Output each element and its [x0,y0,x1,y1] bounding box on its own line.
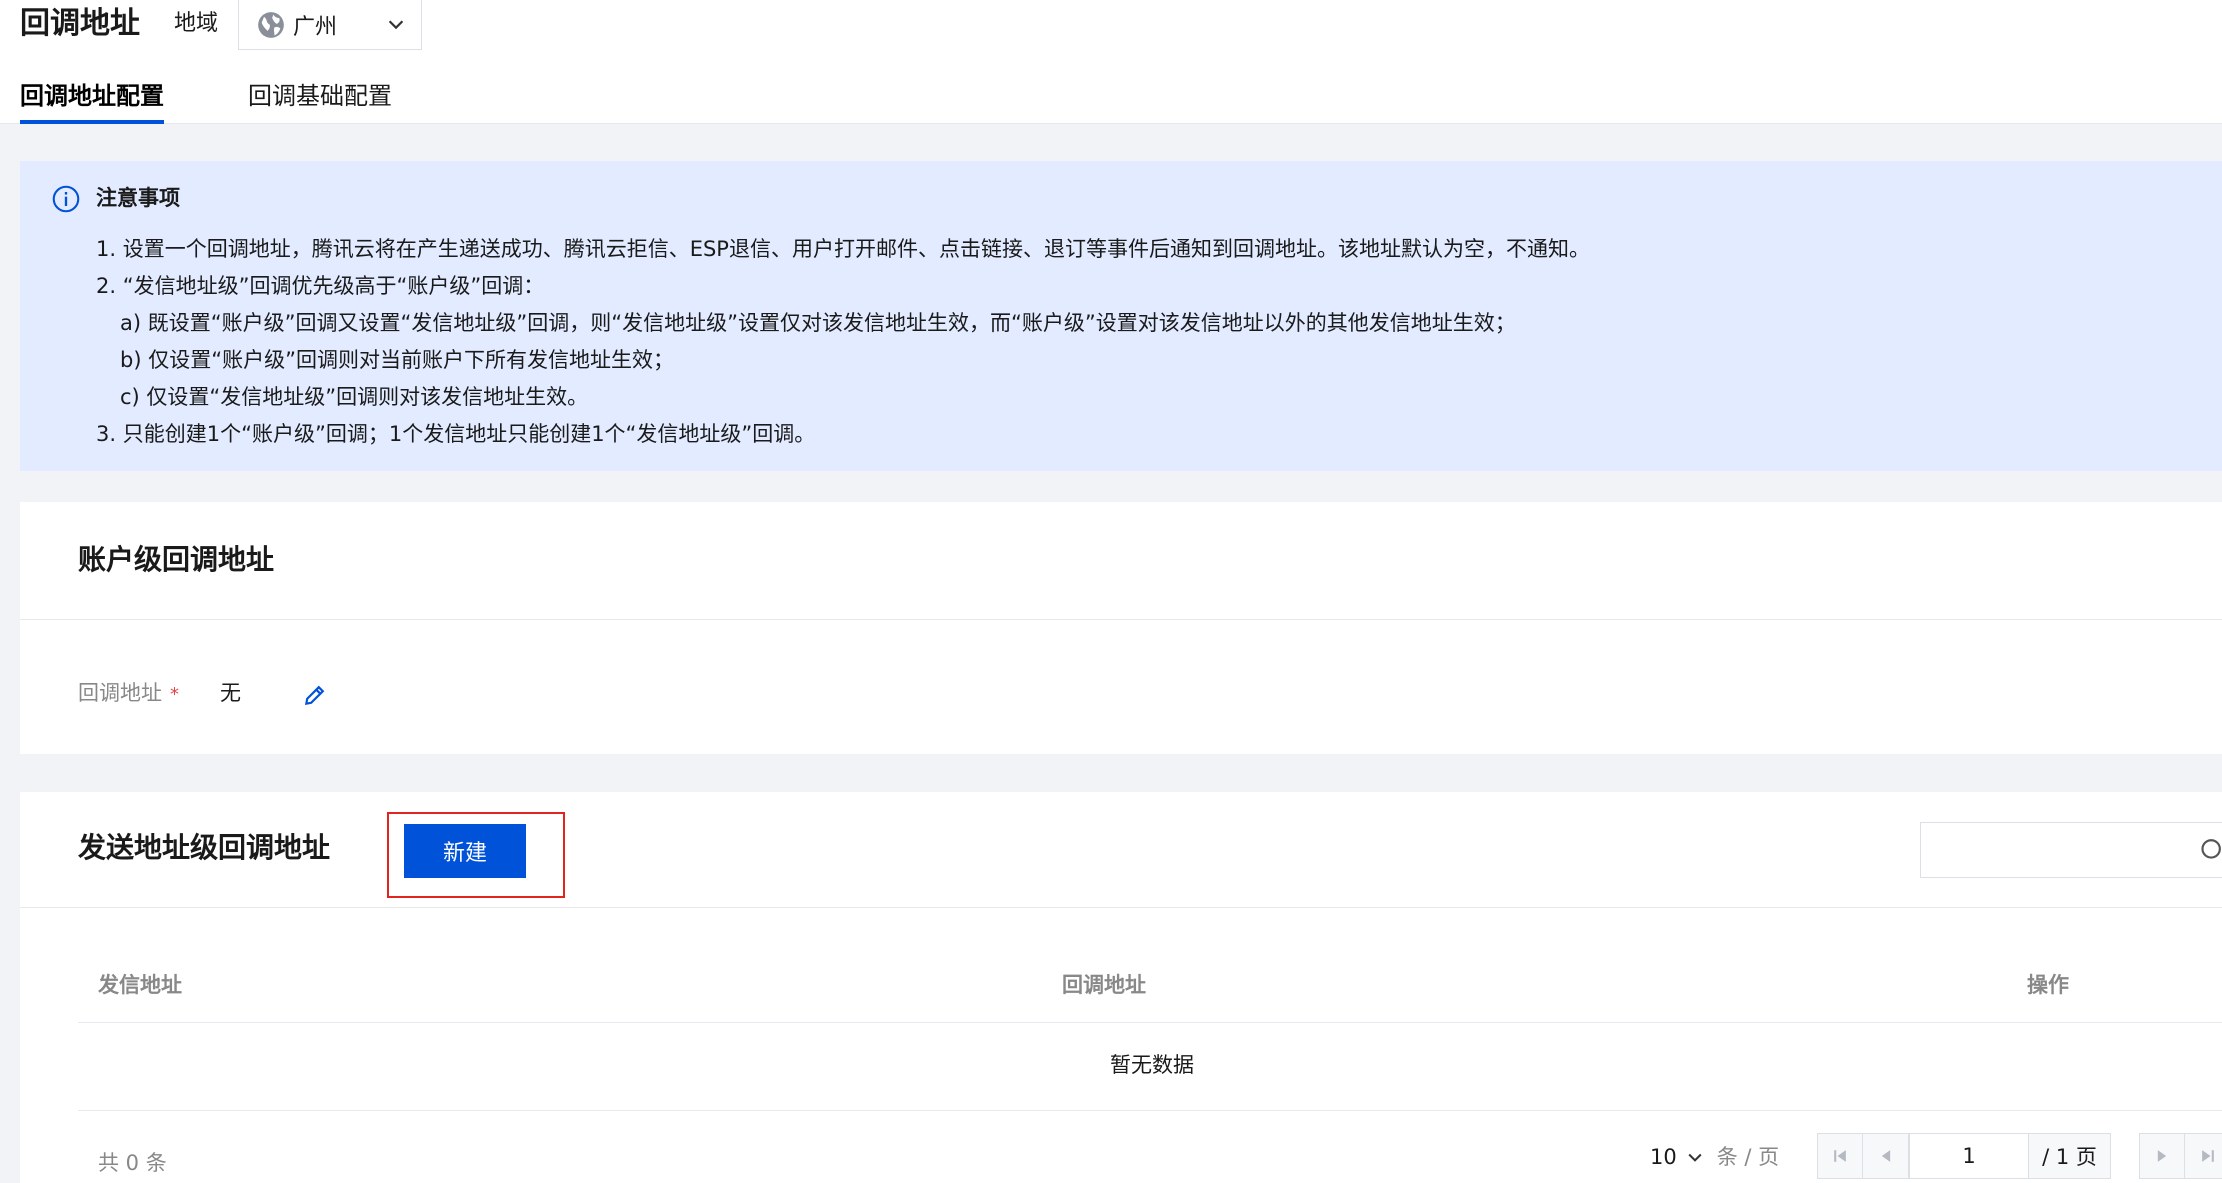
first-page-icon [1834,1150,1846,1162]
page-size-select[interactable]: 10 条 / 页 [1650,1142,1779,1172]
page-size-unit: 条 / 页 [1716,1145,1780,1169]
page-title: 回调地址 [20,6,140,41]
chevron-down-icon [388,20,404,30]
info-icon [52,185,80,213]
sender-callback-title: 发送地址级回调地址 [78,831,331,864]
search-input[interactable] [1920,822,2222,878]
notice-title: 注意事项 [96,186,180,210]
table-bottom-divider [78,1110,2222,1111]
table-header-divider [78,1022,2222,1023]
last-page-icon [2201,1150,2214,1162]
prev-page-button[interactable] [1863,1133,1909,1179]
empty-state-text: 暂无数据 [1110,1053,1194,1077]
column-header-sender-address: 发信地址 [98,973,182,997]
prev-page-icon [1881,1150,1890,1162]
divider [20,619,2222,620]
search-icon[interactable] [2196,837,2222,863]
notice-line: c) 仅设置“发信地址级”回调则对该发信地址生效。 [120,385,589,409]
pagination-total: 共 0 条 [98,1151,167,1175]
notice-line: 1. 设置一个回调地址，腾讯云将在产生递送成功、腾讯云拒信、ESP退信、用户打开… [96,237,1590,261]
next-page-icon [2157,1150,2167,1162]
notice-line: b) 仅设置“账户级”回调则对当前账户下所有发信地址生效； [120,348,674,372]
column-header-actions: 操作 [2027,973,2069,997]
required-mark: * [170,684,179,705]
callback-address-label: 回调地址 * [78,678,179,710]
account-callback-title: 账户级回调地址 [78,543,275,576]
region-label: 地域 [174,11,219,36]
chevron-down-icon [1688,1153,1702,1162]
next-page-button[interactable] [2139,1133,2185,1179]
sender-callback-card: 发送地址级回调地址 新建 发信地址 回调地址 操作 暂无数据 共 0 条 10 … [20,792,2222,1183]
tab-callback-address-config[interactable]: 回调地址配置 [20,80,164,124]
notice-panel: 注意事项 1. 设置一个回调地址，腾讯云将在产生递送成功、腾讯云拒信、ESP退信… [20,161,2222,471]
first-page-button[interactable] [1817,1133,1863,1179]
edit-icon[interactable] [302,682,328,708]
column-header-callback-address: 回调地址 [1062,973,1146,997]
divider [20,907,2222,908]
total-pages: / 1 页 [2029,1133,2111,1179]
tab-callback-basic-config[interactable]: 回调基础配置 [248,80,392,112]
notice-line: a) 既设置“账户级”回调又设置“发信地址级”回调，则“发信地址级”设置仅对该发… [120,311,1516,335]
region-select[interactable]: 广州 [238,0,422,50]
notice-line: 3. 只能创建1个“账户级”回调；1个发信地址只能创建1个“发信地址级”回调。 [96,422,816,446]
new-button[interactable]: 新建 [404,824,526,878]
callback-address-label-text: 回调地址 [78,681,162,705]
last-page-button[interactable] [2185,1133,2222,1179]
account-callback-card: 账户级回调地址 回调地址 * 无 [20,502,2222,754]
callback-address-value: 无 [220,681,241,705]
notice-line: 2. “发信地址级”回调优先级高于“账户级”回调： [96,274,545,298]
globe-icon [258,11,284,38]
page-size-value: 10 [1650,1145,1677,1169]
top-bar: 回调地址 地域 广州 回调地址配置 回调基础配置 [0,0,2222,124]
page-number-input[interactable]: 1 [1909,1133,2029,1179]
region-value: 广州 [293,14,338,40]
